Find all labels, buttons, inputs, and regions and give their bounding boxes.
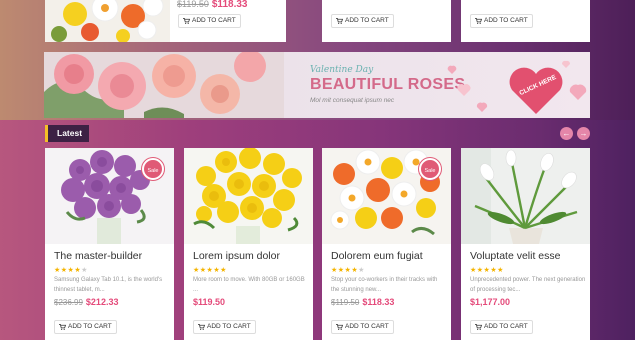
product-description: Stop your co-workers in their tracks wit… — [331, 277, 438, 293]
add-to-cart-button[interactable]: ADD TO CART — [193, 320, 256, 334]
add-to-cart-button[interactable]: ADD TO CART — [470, 320, 533, 334]
new-price: $118.33 — [211, 0, 248, 10]
product-card[interactable]: Lorem ipsum dolor ★★★★★ More room to mov… — [184, 148, 313, 340]
product-price: $236.99 $212.33 — [54, 297, 118, 307]
top-product-card[interactable]: $119.50 $118.33 ADD TO CART — [45, 0, 286, 42]
add-to-cart-button[interactable]: ADD TO CART — [470, 14, 533, 28]
cart-icon — [198, 324, 205, 330]
valentine-banner[interactable]: Valentine Day BEAUTIFUL ROSES Mol mit co… — [44, 52, 590, 118]
product-image[interactable]: Sale — [322, 148, 451, 244]
product-image[interactable] — [461, 148, 590, 244]
add-to-cart-button[interactable]: ADD TO CART — [331, 320, 394, 334]
product-image[interactable]: Sale — [45, 148, 174, 244]
cart-icon — [183, 18, 190, 24]
arrow-right-icon[interactable]: → — [577, 127, 590, 140]
product-image[interactable] — [45, 0, 170, 42]
top-product-card[interactable]: ADD TO CART — [461, 0, 590, 42]
product-name[interactable]: The master-builder — [54, 250, 142, 262]
add-to-cart-label: ADD TO CART — [192, 17, 236, 24]
old-price: $119.50 — [331, 298, 360, 307]
cart-icon — [59, 324, 66, 330]
add-to-cart-button[interactable]: ADD TO CART — [54, 320, 117, 334]
add-to-cart-button[interactable]: ADD TO CART — [178, 14, 241, 28]
top-product-card[interactable]: ADD TO CART — [322, 0, 451, 42]
rating-stars: ★★★★★ — [54, 267, 88, 274]
new-price: $212.33 — [85, 297, 119, 307]
arrow-left-icon[interactable]: ← — [560, 127, 573, 140]
old-price: $236.99 — [54, 298, 83, 307]
add-to-cart-label: ADD TO CART — [484, 323, 528, 330]
cart-icon — [475, 324, 482, 330]
rating-stars: ★★★★★ — [331, 267, 365, 274]
add-to-cart-label: ADD TO CART — [484, 17, 528, 24]
product-price: $1,177.00 — [470, 297, 510, 307]
product-card[interactable]: Sale Dolorem eum fugiat ★★★★★ Stop your … — [322, 148, 451, 340]
add-to-cart-label: ADD TO CART — [345, 323, 389, 330]
banner-subtitle: Valentine Day — [310, 65, 374, 75]
cart-icon — [336, 18, 343, 24]
cart-icon — [336, 324, 343, 330]
add-to-cart-label: ADD TO CART — [68, 323, 112, 330]
product-name[interactable]: Dolorem eum fugiat — [331, 250, 423, 262]
product-description: Samsung Galaxy Tab 10.1, is the world's … — [54, 277, 163, 293]
product-name[interactable]: Voluptate velit esse — [470, 250, 560, 262]
product-card[interactable]: Sale The master-builder ★★★★★ Samsung Ga… — [45, 148, 174, 340]
product-description: More room to move. With 80GB or 160GB ..… — [193, 277, 305, 293]
product-image[interactable] — [184, 148, 313, 244]
rating-stars: ★★★★★ — [193, 267, 227, 274]
new-price: $118.33 — [362, 297, 395, 307]
new-price: $119.50 — [193, 297, 226, 307]
top-price: $119.50 $118.33 — [177, 0, 247, 10]
product-price: $119.50 — [193, 297, 225, 307]
banner-title: BEAUTIFUL ROSES — [310, 76, 466, 93]
rating-stars: ★★★★★ — [470, 267, 504, 274]
old-price: $119.50 — [177, 0, 209, 9]
add-to-cart-label: ADD TO CART — [345, 17, 389, 24]
banner-note: Mol mit consequat ipsum nec — [310, 97, 395, 104]
product-card[interactable]: Voluptate velit esse ★★★★★ Unprecedented… — [461, 148, 590, 340]
product-price: $119.50 $118.33 — [331, 297, 394, 307]
product-name[interactable]: Lorem ipsum dolor — [193, 250, 280, 262]
roses-image — [44, 52, 284, 118]
sale-badge: Sale — [142, 158, 164, 180]
add-to-cart-button[interactable]: ADD TO CART — [331, 14, 394, 28]
cart-icon — [475, 18, 482, 24]
new-price: $1,177.00 — [470, 297, 511, 307]
product-description: Unprecedented power. The next generation… — [470, 277, 586, 293]
latest-heading: Latest — [45, 125, 90, 142]
sale-badge: Sale — [419, 158, 441, 180]
add-to-cart-label: ADD TO CART — [207, 323, 251, 330]
